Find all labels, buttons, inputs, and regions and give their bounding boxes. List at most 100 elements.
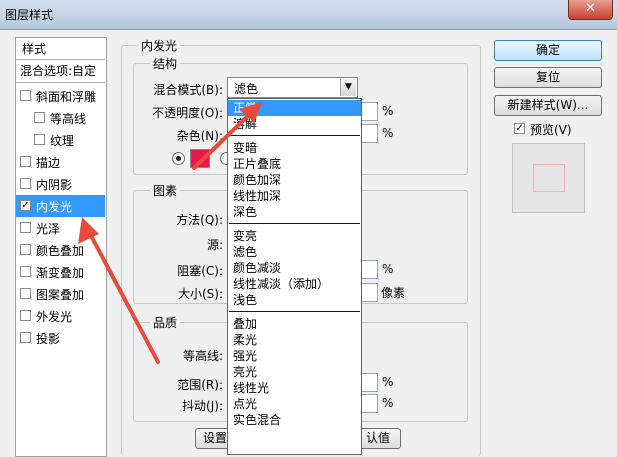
style-checkbox[interactable] <box>34 134 45 145</box>
style-item[interactable]: 渐变叠加 <box>16 261 105 283</box>
range-label: 范围(R): <box>177 378 223 392</box>
blend-options-item[interactable]: 混合选项:自定 <box>16 61 105 81</box>
preview-checkbox[interactable]: ✓ <box>514 123 525 134</box>
style-checkbox[interactable] <box>20 90 31 101</box>
blend-mode-option[interactable]: 叠加 <box>228 316 361 332</box>
style-item[interactable]: 内阴影 <box>16 173 105 195</box>
style-item[interactable]: ✓ 内发光 <box>16 195 105 217</box>
size-input[interactable] <box>360 283 378 302</box>
dropdown-divider <box>229 135 360 136</box>
preview-thumbnail <box>533 164 565 192</box>
close-button[interactable]: ✕ <box>568 0 613 20</box>
noise-unit: % <box>382 126 394 140</box>
quality-title: 品质 <box>150 314 181 331</box>
choke-input[interactable] <box>360 260 378 279</box>
blend-mode-option[interactable]: 正片叠底 <box>228 156 361 172</box>
blend-mode-option[interactable]: 亮光 <box>228 364 361 380</box>
style-checkbox[interactable] <box>20 156 31 167</box>
style-item[interactable]: 斜面和浮雕 <box>16 85 105 107</box>
dropdown-divider <box>229 223 360 224</box>
style-checkbox[interactable] <box>20 332 31 343</box>
choke-label: 阻塞(C): <box>177 264 223 278</box>
blend-mode-option[interactable]: 柔光 <box>228 332 361 348</box>
range-input[interactable] <box>360 373 378 392</box>
opacity-unit: % <box>382 104 394 118</box>
blend-mode-option[interactable]: 实色混合 <box>228 412 361 428</box>
blend-mode-option[interactable]: 变暗 <box>228 140 361 156</box>
style-item-label: 内阴影 <box>36 178 73 192</box>
style-item[interactable]: 光泽 <box>16 217 105 239</box>
source-label: 源: <box>206 238 223 252</box>
color-radio[interactable] <box>172 152 185 165</box>
style-item-label: 斜面和浮雕 <box>36 90 97 104</box>
style-item[interactable]: 投影 <box>16 327 105 349</box>
ok-button[interactable]: 确定 <box>494 40 602 61</box>
style-checkbox[interactable]: ✓ <box>20 200 31 211</box>
divider <box>16 82 105 83</box>
glow-color-swatch[interactable] <box>190 149 210 168</box>
opacity-label: 不透明度(O): <box>152 106 223 120</box>
title-bar: 图层样式 ✕ <box>0 0 617 30</box>
blend-mode-option[interactable]: 溶解 <box>228 116 361 132</box>
style-item[interactable]: 描边 <box>16 151 105 173</box>
style-checkbox[interactable] <box>20 244 31 255</box>
style-checkbox[interactable] <box>20 266 31 277</box>
blend-mode-option[interactable]: 颜色减淡 <box>228 260 361 276</box>
inner-glow-title: 内发光 <box>138 37 181 54</box>
blend-mode-option[interactable]: 深色 <box>228 204 361 220</box>
jitter-input[interactable] <box>360 394 378 413</box>
blend-mode-option[interactable]: 滤色 <box>228 244 361 260</box>
dropdown-divider <box>229 311 360 312</box>
blend-mode-option[interactable]: 强光 <box>228 348 361 364</box>
style-item-label: 光泽 <box>36 222 61 236</box>
styles-header[interactable]: 样式 <box>22 40 46 57</box>
style-checkbox[interactable] <box>20 288 31 299</box>
blend-mode-option[interactable]: 浅色 <box>228 292 361 308</box>
style-item-label: 颜色叠加 <box>36 244 85 258</box>
blend-mode-option[interactable]: 点光 <box>228 396 361 412</box>
blend-mode-option[interactable]: 正常 <box>228 100 361 116</box>
method-label: 方法(Q): <box>176 213 223 227</box>
style-item-label: 描边 <box>36 156 61 170</box>
blend-mode-option[interactable]: 线性加深 <box>228 188 361 204</box>
style-preview <box>512 143 585 213</box>
style-item[interactable]: 图案叠加 <box>16 283 105 305</box>
blend-mode-option[interactable]: 线性光 <box>228 380 361 396</box>
blend-mode-dropdown-list: 正常 溶解变暗 正片叠底 颜色加深 线性加深 深色变亮 滤色 颜色减淡 线性减淡（添加） 浅色叠加… <box>227 98 362 455</box>
style-item[interactable]: 等高线 <box>16 107 105 129</box>
choke-unit: % <box>382 262 394 276</box>
size-label: 大小(S): <box>177 287 223 301</box>
blend-mode-option[interactable]: 线性减淡（添加） <box>228 276 361 292</box>
new-style-button[interactable]: 新建样式(W)... <box>494 95 602 116</box>
contour-label: 等高线: <box>182 349 223 363</box>
blend-mode-value: 滤色 <box>234 82 259 96</box>
style-item[interactable]: 纹理 <box>16 129 105 151</box>
style-item[interactable]: 颜色叠加 <box>16 239 105 261</box>
noise-input[interactable] <box>360 124 378 143</box>
blend-mode-label: 混合模式(B): <box>153 83 223 97</box>
blend-mode-select[interactable]: 滤色 ▼ <box>227 77 358 98</box>
style-item-label: 渐变叠加 <box>36 266 85 280</box>
style-item[interactable]: 外发光 <box>16 305 105 327</box>
reset-button[interactable]: 复位 <box>494 67 602 88</box>
style-checkbox[interactable] <box>34 112 45 123</box>
jitter-unit: % <box>382 396 394 410</box>
preview-label[interactable]: 预览(V) <box>530 121 572 138</box>
noise-label: 杂色(N): <box>176 129 223 143</box>
style-item-label: 外发光 <box>36 310 73 324</box>
style-checkbox[interactable] <box>20 178 31 189</box>
opacity-input[interactable] <box>360 102 378 121</box>
blend-mode-option[interactable]: 颜色加深 <box>228 172 361 188</box>
style-item-label: 投影 <box>36 332 61 346</box>
window-title: 图层样式 <box>5 8 54 22</box>
style-item-label: 图案叠加 <box>36 288 85 302</box>
chevron-down-icon[interactable]: ▼ <box>340 79 356 96</box>
jitter-label: 抖动(J): <box>182 399 223 413</box>
style-checkbox[interactable] <box>20 222 31 233</box>
range-unit: % <box>382 375 394 389</box>
style-item-label: 等高线 <box>50 112 87 126</box>
style-item-label: 纹理 <box>50 134 75 148</box>
blend-mode-option[interactable]: 变亮 <box>228 228 361 244</box>
divider <box>16 59 105 60</box>
style-checkbox[interactable] <box>20 310 31 321</box>
